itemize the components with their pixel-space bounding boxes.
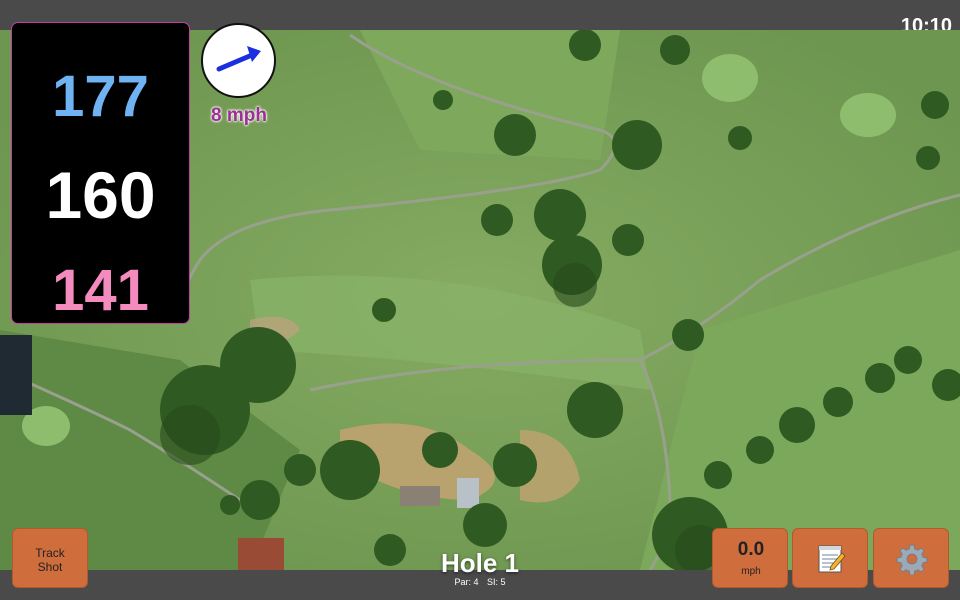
notepad-icon [818,545,846,573]
hole-title: Hole 1 [440,548,520,578]
speed-unit: mph [741,566,761,577]
back-yardage: 177 [52,64,149,129]
center-yardage: 160 [45,158,156,232]
swing-speed-button[interactable]: 0.0 mph [712,528,788,588]
track-shot-label: Track Shot [35,546,65,574]
speed-value: 0.0 [737,539,765,560]
hole-meta: Par: 4 SI: 5 [380,577,580,587]
wind-arrow-icon [216,46,261,72]
hole-stroke-index: SI: 5 [487,577,506,587]
hole-par: Par: 4 [454,577,479,587]
wind-speed-label: 8 mph [211,105,267,126]
notes-button[interactable] [792,528,868,588]
wind-direction-dial [201,23,276,98]
front-yardage: 141 [52,258,149,323]
gear-icon [896,544,928,575]
settings-button[interactable] [873,528,949,588]
track-shot-button[interactable]: Track Shot [12,528,88,588]
yardage-panel[interactable]: 177 160 141 [11,22,190,324]
